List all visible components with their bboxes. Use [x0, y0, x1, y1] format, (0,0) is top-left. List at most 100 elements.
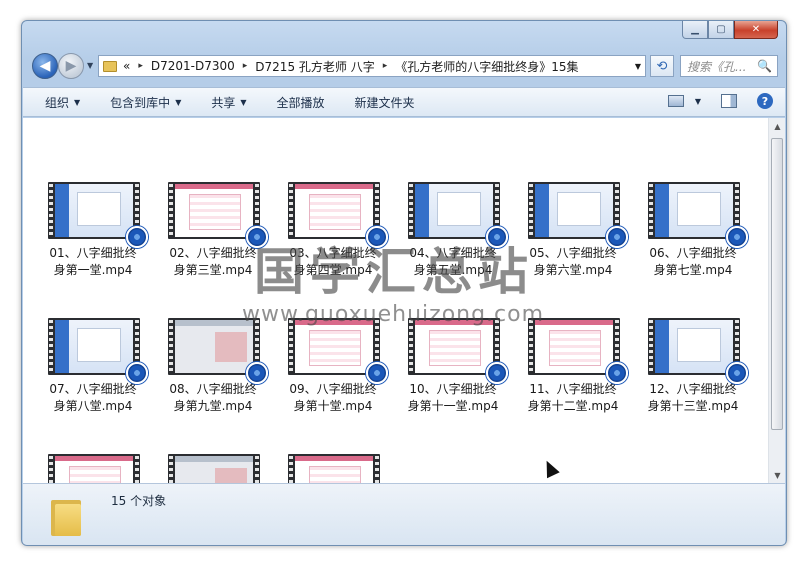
minimize-button[interactable]: ▁	[682, 21, 708, 39]
file-item[interactable]: 03、八字细批终 身第四堂.mp4	[278, 182, 388, 279]
file-name-line: 06、八字细批终	[649, 246, 737, 260]
forward-button[interactable]: ▶	[58, 53, 84, 79]
media-player-icon	[486, 362, 508, 384]
organize-label: 组织	[45, 95, 70, 110]
media-player-icon	[486, 226, 508, 248]
chevron-down-icon: ▼	[74, 97, 81, 107]
video-thumbnail	[408, 318, 508, 384]
media-player-icon	[726, 362, 748, 384]
file-item[interactable]: 07、八字细批终 身第八堂.mp4	[38, 318, 148, 415]
breadcrumb-separator[interactable]: ▸	[243, 61, 248, 71]
caption-buttons: ▁ ▢ ✕	[682, 21, 778, 39]
file-item[interactable]: 01、八字细批终 身第一堂.mp4	[38, 182, 148, 279]
file-item[interactable]: 12、八字细批终 身第十三堂.mp4	[638, 318, 748, 415]
file-name-line: 12、八字细批终	[649, 382, 737, 396]
back-button[interactable]: ◀	[32, 53, 58, 79]
file-name-line: 04、八字细批终	[409, 246, 497, 260]
item-count: 15 个对象	[111, 494, 167, 508]
recent-pages-dropdown[interactable]: ▼	[87, 61, 93, 70]
video-thumbnail	[168, 454, 260, 483]
file-item[interactable]	[158, 454, 268, 483]
file-item[interactable]: 04、八字细批终 身第五堂.mp4	[398, 182, 508, 279]
file-name-line: 11、八字细批终	[529, 382, 617, 396]
command-bar: 组织 ▼ 包含到库中 ▼ 共享 ▼ 全部播放 新建文件夹 ▼ ?	[23, 87, 785, 117]
new-folder-button[interactable]: 新建文件夹	[355, 94, 415, 111]
thumbnail-screen	[535, 184, 613, 237]
details-pane: 15 个对象	[23, 483, 785, 545]
file-item[interactable]	[38, 454, 148, 483]
folder-icon	[103, 60, 117, 72]
play-all-button[interactable]: 全部播放	[277, 94, 325, 111]
thumbnail-screen	[655, 320, 733, 373]
view-icon	[667, 95, 684, 107]
file-item[interactable]: 09、八字细批终 身第十堂.mp4	[278, 318, 388, 415]
file-name: 05、八字细批终 身第六堂.mp4	[518, 245, 628, 279]
close-button[interactable]: ✕	[734, 21, 778, 39]
scroll-up-icon[interactable]: ▲	[769, 118, 785, 134]
organize-menu[interactable]: 组织 ▼	[45, 94, 80, 111]
file-item[interactable]	[278, 454, 388, 483]
maximize-button[interactable]: ▢	[708, 21, 734, 39]
scroll-thumb[interactable]	[771, 138, 783, 430]
file-item[interactable]: 05、八字细批终 身第六堂.mp4	[518, 182, 628, 279]
thumbnail-screen	[295, 320, 373, 373]
file-name-line: 05、八字细批终	[529, 246, 617, 260]
breadcrumb-overflow[interactable]: «	[123, 59, 130, 73]
media-player-icon	[246, 226, 268, 248]
file-name: 03、八字细批终 身第四堂.mp4	[278, 245, 388, 279]
thumbnail-screen	[535, 320, 613, 373]
forward-arrow-icon: ▶	[65, 58, 77, 74]
vertical-scrollbar[interactable]: ▲ ▼	[768, 118, 785, 483]
video-thumbnail	[288, 182, 388, 248]
search-box[interactable]: 搜索《孔... 🔍	[680, 55, 778, 77]
file-name-line: 身第十二堂.mp4	[527, 399, 619, 413]
preview-pane-icon[interactable]	[721, 94, 737, 108]
video-thumbnail	[168, 182, 268, 248]
minimize-icon: ▁	[691, 24, 699, 35]
video-thumbnail	[648, 182, 748, 248]
address-bar[interactable]: « ▸ D7201-D7300 ▸ D7215 孔方老师 八字 ▸ 《孔方老师的…	[98, 55, 646, 77]
video-thumbnail	[288, 318, 388, 384]
scroll-down-icon[interactable]: ▼	[769, 467, 785, 483]
thumbnail-screen	[175, 184, 253, 237]
file-name-line: 身第八堂.mp4	[53, 399, 133, 413]
thumbnail-screen	[55, 184, 133, 237]
folder-icon	[51, 496, 81, 536]
breadcrumb-separator[interactable]: ▸	[383, 61, 388, 71]
chevron-down-icon: ▼	[240, 97, 247, 107]
video-thumbnail	[48, 454, 140, 483]
change-view-button[interactable]: ▼	[667, 95, 701, 107]
file-name-line: 02、八字细批终	[169, 246, 257, 260]
breadcrumb-item[interactable]: D7201-D7300	[151, 59, 235, 73]
thumbnail-screen	[295, 456, 373, 483]
media-player-icon	[606, 362, 628, 384]
search-icon[interactable]: 🔍	[757, 59, 772, 73]
file-name-line: 身第十三堂.mp4	[647, 399, 739, 413]
breadcrumb-separator[interactable]: ▸	[138, 61, 143, 71]
file-name-line: 07、八字细批终	[49, 382, 137, 396]
help-icon[interactable]: ?	[757, 93, 773, 109]
file-name-line: 身第九堂.mp4	[173, 399, 253, 413]
address-dropdown-icon[interactable]: ▼	[635, 62, 641, 71]
file-item[interactable]: 08、八字细批终 身第九堂.mp4	[158, 318, 268, 415]
breadcrumb-current[interactable]: 《孔方老师的八字细批终身》15集	[395, 58, 578, 75]
file-item[interactable]: 11、八字细批终 身第十二堂.mp4	[518, 318, 628, 415]
file-item[interactable]: 02、八字细批终 身第三堂.mp4	[158, 182, 268, 279]
share-menu[interactable]: 共享 ▼	[211, 94, 246, 111]
refresh-button[interactable]: ⟲	[650, 55, 674, 77]
media-player-icon	[126, 362, 148, 384]
breadcrumb-item[interactable]: D7215 孔方老师 八字	[255, 58, 374, 75]
thumbnail-screen	[175, 320, 253, 373]
file-name: 11、八字细批终 身第十二堂.mp4	[518, 381, 628, 415]
file-name-line: 身第三堂.mp4	[173, 263, 253, 277]
close-icon: ✕	[751, 24, 761, 35]
file-item[interactable]: 10、八字细批终 身第十一堂.mp4	[398, 318, 508, 415]
file-name-line: 身第七堂.mp4	[653, 263, 733, 277]
include-in-library-menu[interactable]: 包含到库中 ▼	[110, 94, 181, 111]
file-name-line: 身第一堂.mp4	[53, 263, 133, 277]
play-all-label: 全部播放	[276, 95, 325, 110]
file-name: 01、八字细批终 身第一堂.mp4	[38, 245, 148, 279]
chevron-down-icon: ▼	[694, 96, 701, 106]
file-name-line: 身第六堂.mp4	[533, 263, 613, 277]
file-item[interactable]: 06、八字细批终 身第七堂.mp4	[638, 182, 748, 279]
